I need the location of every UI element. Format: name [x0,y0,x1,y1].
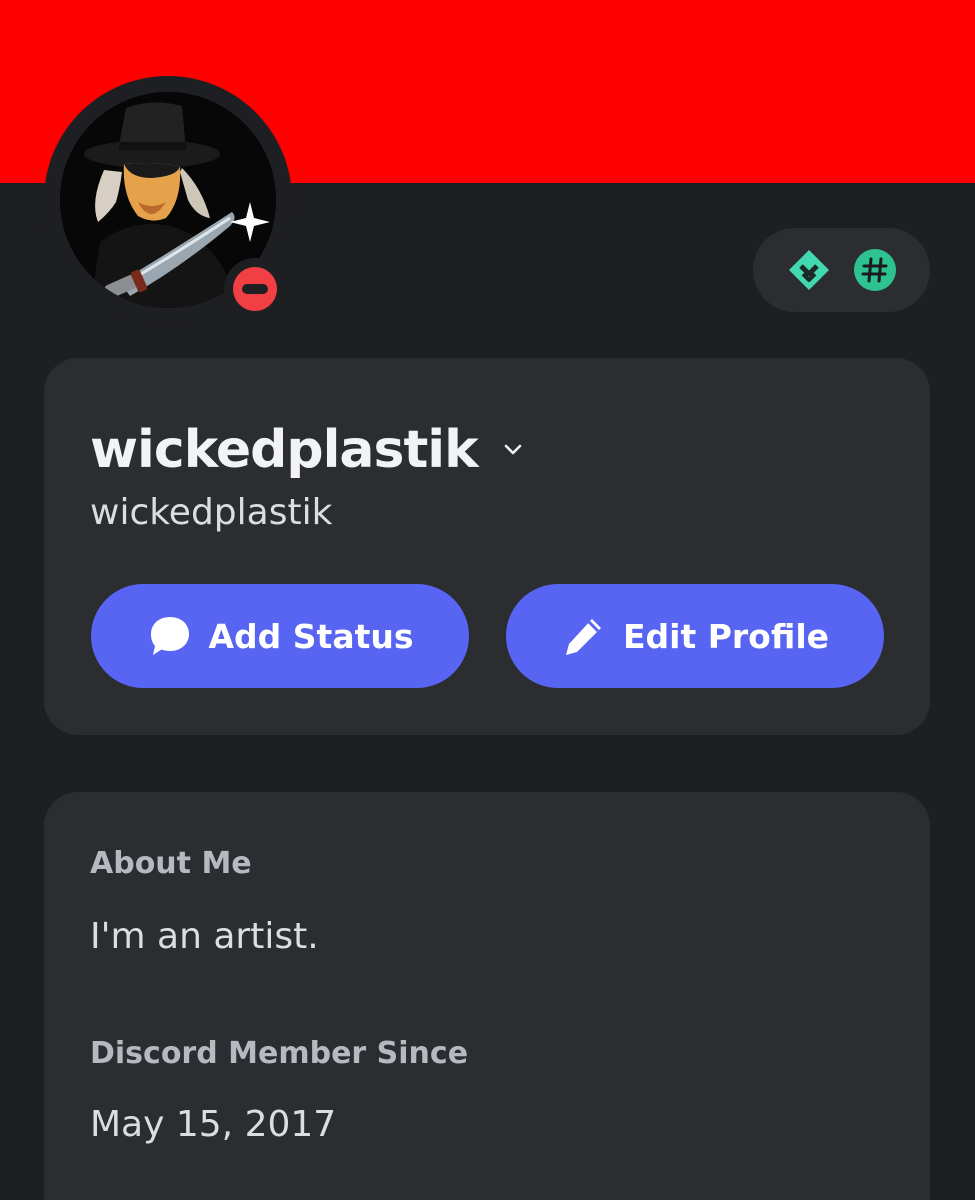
username: wickedplastik [90,492,333,533]
profile-card: wickedplastik wickedplastik Add Status E… [44,358,930,735]
display-name[interactable]: wickedplastik [90,420,479,480]
add-status-label: Add Status [208,616,414,656]
edit-profile-label: Edit Profile [622,616,830,656]
chevron-down-icon[interactable] [502,438,524,460]
badge-list [753,228,930,312]
do-not-disturb-status-icon[interactable] [233,267,277,311]
pencil-icon [565,619,601,655]
about-me-heading: About Me [90,846,252,881]
member-since-heading: Discord Member Since [90,1036,469,1071]
about-card: About Me I'm an artist. Discord Member S… [44,792,930,1200]
add-status-button[interactable]: Add Status [91,584,469,688]
hypesquad-diamond-icon[interactable] [787,248,831,292]
about-me-text: I'm an artist. [90,916,319,957]
edit-profile-button[interactable]: Edit Profile [506,584,884,688]
member-since-date: May 15, 2017 [90,1104,337,1145]
speech-bubble-icon [150,617,189,655]
hashtag-icon[interactable] [853,248,897,292]
